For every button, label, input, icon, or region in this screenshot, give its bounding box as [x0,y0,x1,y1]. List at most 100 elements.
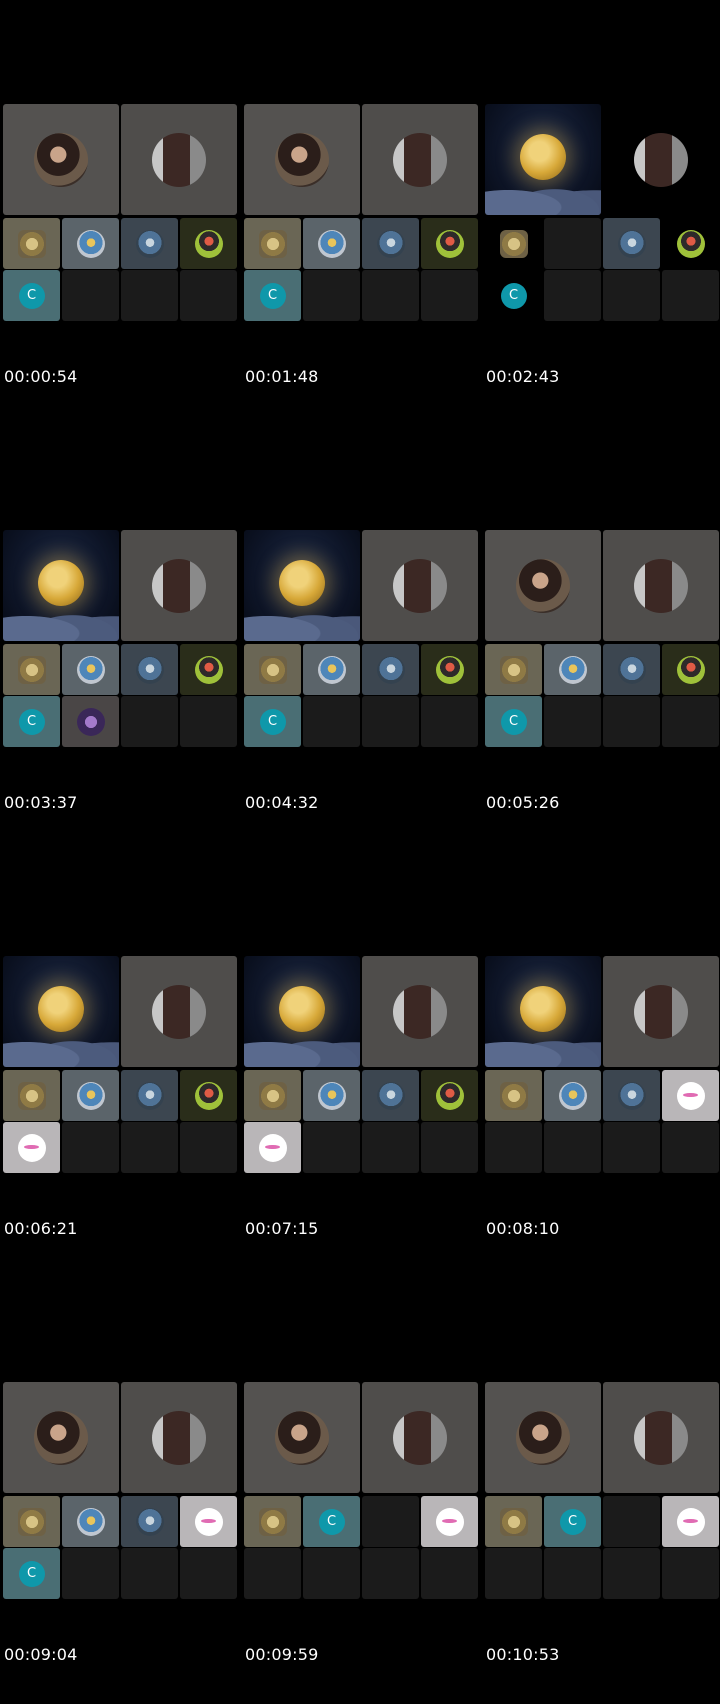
participant-tile[interactable] [544,644,601,695]
participant-tile[interactable] [121,1496,178,1547]
participant-tile[interactable] [244,1496,301,1547]
participant-tile-moon[interactable] [485,104,601,215]
participant-tile-hair[interactable] [121,104,237,215]
participant-tile-hair[interactable] [121,530,237,641]
participant-tile[interactable]: C [3,1548,60,1599]
participant-tile[interactable]: C [303,1496,360,1547]
avatar [558,1081,587,1110]
clouds [244,1029,360,1067]
participant-tile[interactable] [3,1496,60,1547]
participant-tile[interactable] [3,218,60,269]
participant-tile[interactable] [303,644,360,695]
avatar [558,655,587,684]
participant-tile[interactable] [421,1496,478,1547]
participant-tile[interactable]: C [485,270,542,321]
participant-tile[interactable] [244,218,301,269]
empty-tile [603,696,660,747]
avatar-initial: C [18,1560,45,1587]
empty-tile [121,696,178,747]
participant-tile-hair[interactable] [362,530,478,641]
participant-tile-hair[interactable] [121,956,237,1067]
participant-tile-girl[interactable] [3,1382,119,1493]
avatar [435,655,464,684]
participant-tile[interactable] [362,644,419,695]
participant-tile[interactable] [3,1070,60,1121]
participant-tile[interactable] [121,218,178,269]
participant-tile[interactable] [62,644,119,695]
participant-tile[interactable] [485,1496,542,1547]
participant-tile[interactable] [662,1496,719,1547]
participant-tile-hair[interactable] [362,956,478,1067]
participant-tile[interactable] [362,1070,419,1121]
avatar [617,229,646,258]
participant-tile-hair[interactable] [362,1382,478,1493]
participant-tile[interactable] [3,1122,60,1173]
participant-tile[interactable]: C [3,696,60,747]
participant-tile[interactable] [603,644,660,695]
participant-tile-girl[interactable] [244,1382,360,1493]
participant-tile[interactable]: C [544,1496,601,1547]
participant-tile[interactable] [421,218,478,269]
avatar [17,1081,46,1110]
empty-tile [303,1122,360,1173]
participant-tile[interactable]: C [244,270,301,321]
participant-tile[interactable] [603,218,660,269]
participant-tile-hair[interactable] [603,956,719,1067]
participant-tile-girl[interactable] [3,104,119,215]
avatar-initial: C [259,282,286,309]
participant-tile-hair[interactable] [603,104,719,215]
participant-tile[interactable] [244,1070,301,1121]
participant-tile[interactable]: C [244,696,301,747]
participant-tile[interactable]: C [3,270,60,321]
video-grid: C [3,530,237,748]
avatar [676,655,705,684]
participant-tile[interactable] [662,218,719,269]
timestamp: 00:01:48 [245,367,319,386]
participant-tile-moon[interactable] [244,530,360,641]
avatar [435,1081,464,1110]
participant-tile[interactable] [303,1070,360,1121]
participant-tile[interactable] [121,644,178,695]
participant-tile[interactable] [421,1070,478,1121]
participant-tile[interactable] [485,1070,542,1121]
video-grid: C [244,1382,478,1600]
participant-tile[interactable] [603,1070,660,1121]
participant-tile-moon[interactable] [3,530,119,641]
participant-tile[interactable] [421,644,478,695]
participant-tile-moon[interactable] [485,956,601,1067]
participant-tile-hair[interactable] [362,104,478,215]
participant-tile[interactable] [244,1122,301,1173]
participant-tile[interactable] [662,644,719,695]
participant-tile-girl[interactable] [244,104,360,215]
participant-tile[interactable] [62,1496,119,1547]
empty-tile [603,1122,660,1173]
participant-tile[interactable] [485,644,542,695]
participant-tile[interactable] [3,644,60,695]
participant-tile[interactable] [62,1070,119,1121]
avatar [676,229,705,258]
participant-tile[interactable] [303,218,360,269]
participant-tile[interactable] [244,644,301,695]
participant-tile-hair[interactable] [603,530,719,641]
participant-tile[interactable] [485,218,542,269]
participant-tile[interactable] [62,696,119,747]
participant-tile[interactable]: C [485,696,542,747]
participant-tile[interactable] [544,1070,601,1121]
participant-tile[interactable] [180,644,237,695]
participant-tile-hair[interactable] [121,1382,237,1493]
participant-tile[interactable] [662,1070,719,1121]
participant-tile-girl[interactable] [485,1382,601,1493]
participant-tile[interactable] [180,218,237,269]
participant-tile[interactable] [62,218,119,269]
participant-tile-moon[interactable] [3,956,119,1067]
participant-tile[interactable] [121,1070,178,1121]
moon-icon [38,986,84,1033]
participant-tile[interactable] [180,1070,237,1121]
participant-tile-moon[interactable] [244,956,360,1067]
avatar [194,229,223,258]
participant-tile-hair[interactable] [603,1382,719,1493]
frame-8: 00:07:15 [241,852,478,1278]
participant-tile-girl[interactable] [485,530,601,641]
participant-tile[interactable] [362,218,419,269]
participant-tile[interactable] [180,1496,237,1547]
